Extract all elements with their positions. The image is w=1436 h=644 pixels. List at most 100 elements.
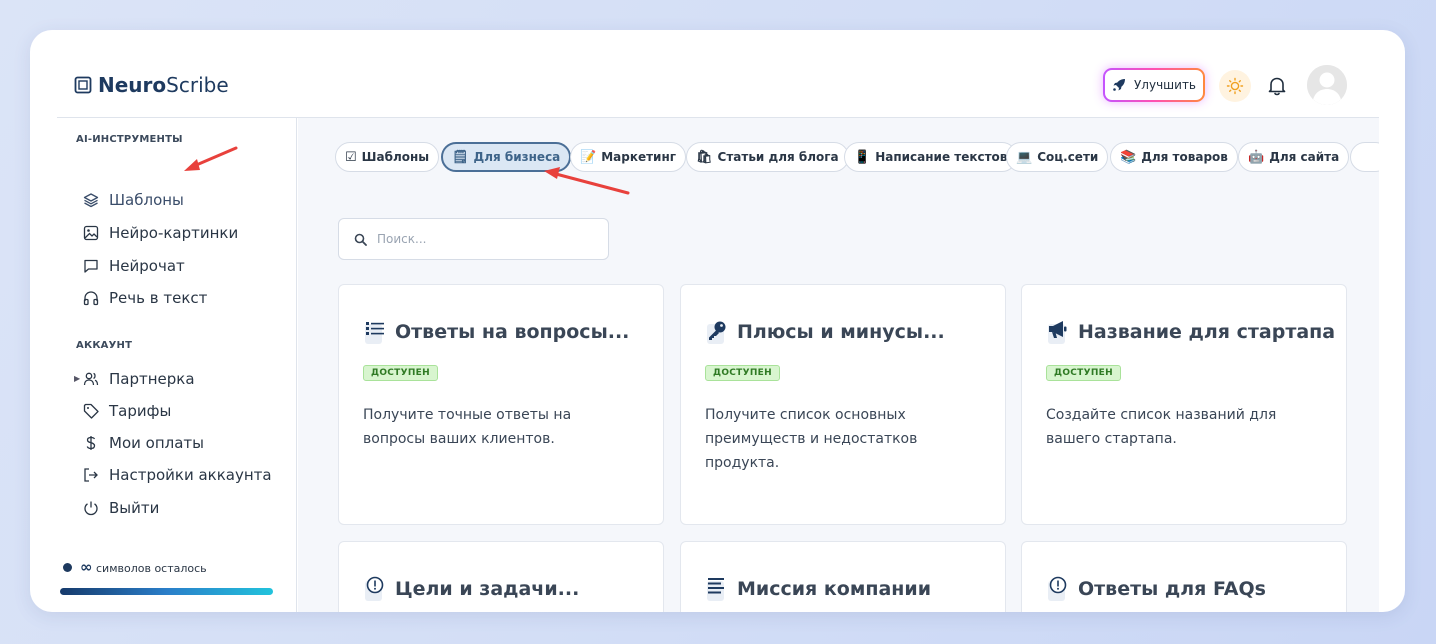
chip-label: Для сайта (1269, 150, 1340, 164)
main-content: ☑ Шаблоны 🗒 Для бизнеса 📝 Маркетинг 🛍 Статьи… (298, 118, 1379, 612)
category-chip-blog[interactable]: 🛍 Статьи для блога (686, 142, 849, 172)
card-title-text: Миссия компании (737, 578, 932, 600)
sun-icon (1226, 77, 1244, 95)
card-description: Получите точные ответы на вопросы ваших … (363, 407, 572, 447)
template-card-mission[interactable]: Миссия компании (680, 541, 1006, 612)
sidebar-item-label: Партнерка (109, 370, 195, 388)
bell-icon (1268, 77, 1286, 96)
logo-text-bold: Neuro (98, 73, 167, 97)
sidebar-item-logout[interactable]: Выйти (83, 496, 159, 520)
category-chip-marketing[interactable]: 📝 Маркетинг (570, 142, 687, 172)
sidebar-section-account: АККАУНТ (76, 340, 133, 351)
template-card-faq-answers[interactable]: Ответы на вопросы... ДОСТУПЕН Получите т… (338, 284, 664, 525)
chat-icon (84, 259, 98, 273)
chip-label: Маркетинг (601, 150, 677, 164)
alert-icon (1048, 576, 1067, 601)
text-lines-icon (707, 578, 724, 601)
category-chip-products[interactable]: 📚 Для товаров (1110, 142, 1238, 172)
image-icon (83, 225, 99, 241)
users-icon (83, 372, 99, 386)
credits-remaining: ∞ символов осталось (63, 558, 207, 576)
chip-label: Для товаров (1141, 150, 1228, 164)
search-box (338, 218, 609, 260)
card-title-text: Плюсы и минусы... (737, 321, 945, 343)
sidebar-item-label: Нейрочат (109, 257, 185, 275)
sidebar-item-label: Выйти (109, 499, 160, 517)
sidebar-item-speech-to-text[interactable]: Речь в текст (83, 286, 207, 310)
credits-progress-bar (60, 588, 273, 595)
credits-label: символов осталось (96, 562, 207, 575)
sidebar-item-tariffs[interactable]: Тарифы (83, 399, 171, 423)
card-title: Миссия компании (705, 576, 931, 602)
chip-label: Соц.сети (1037, 150, 1099, 164)
category-chip-social[interactable]: 💻 Соц.сети (1006, 142, 1109, 172)
card-title-text: Ответы для FAQs (1078, 578, 1266, 600)
logo-text-rest: Scribe (166, 73, 229, 97)
template-card-faqs[interactable]: Ответы для FAQs (1021, 541, 1347, 612)
upgrade-label: Улучшить (1133, 78, 1196, 92)
alert-icon (365, 576, 384, 601)
list-icon (365, 322, 384, 344)
checkbox-icon: ☑ (345, 149, 357, 165)
theme-toggle-button[interactable] (1219, 70, 1251, 102)
status-badge: ДОСТУПЕН (705, 365, 780, 381)
shopping-bags-icon: 🛍 (696, 149, 713, 165)
category-chip-copywriting[interactable]: 📱 Написание текстов (844, 142, 1018, 172)
sidebar-item-neuro-images[interactable]: Нейро-картинки (83, 221, 238, 245)
user-avatar[interactable] (1307, 65, 1347, 105)
card-description: Создайте список названий для вашего стар… (1046, 407, 1277, 447)
sidebar-item-neurochat[interactable]: Нейрочат (83, 254, 185, 278)
chip-label: Написание текстов (875, 150, 1008, 164)
dollar-icon (86, 436, 96, 450)
sidebar-item-label: Мои оплаты (109, 434, 204, 452)
card-title: Ответы для FAQs (1046, 576, 1266, 602)
phone-icon: 📱 (854, 149, 871, 165)
power-icon (84, 501, 98, 516)
sidebar-item-payments[interactable]: Мои оплаты (83, 431, 204, 455)
rocket-icon (1113, 79, 1125, 91)
sidebar-item-label: Настройки аккаунта (109, 466, 272, 484)
logout-arrow-icon (84, 468, 98, 482)
notifications-button[interactable] (1266, 74, 1288, 98)
template-card-pros-cons[interactable]: Плюсы и минусы... ДОСТУПЕН Получите спис… (680, 284, 1006, 525)
layers-icon (83, 193, 99, 208)
sidebar-item-partner[interactable]: Партнерка (83, 367, 195, 391)
upgrade-button[interactable]: Улучшить (1103, 68, 1205, 102)
logo-icon (74, 76, 92, 94)
category-chip-business[interactable]: 🗒 Для бизнеса (441, 142, 572, 172)
laptop-icon: 💻 (1016, 149, 1033, 165)
card-title: Название для стартапа (1046, 319, 1335, 345)
sidebar-item-label: Нейро-картинки (109, 224, 239, 242)
template-card-startup-name[interactable]: Название для стартапа ДОСТУПЕН Создайте … (1021, 284, 1347, 525)
status-badge: ДОСТУПЕН (363, 365, 438, 381)
books-icon: 📚 (1120, 149, 1137, 165)
robot-icon: 🤖 (1248, 149, 1265, 165)
tag-icon (83, 403, 99, 419)
headphones-icon (83, 291, 99, 306)
card-description: Получите список основных преимуществ и н… (705, 407, 918, 471)
app-logo[interactable]: NeuroScribe (74, 73, 229, 97)
sidebar-section-tools: AI-ИНСТРУМЕНТЫ (76, 134, 183, 145)
sidebar-item-templates[interactable]: Шаблоны (83, 188, 184, 212)
search-input[interactable] (377, 232, 597, 246)
sidebar-item-label: Шаблоны (109, 191, 184, 209)
chip-label: Статьи для блога (717, 150, 839, 164)
card-title: Цели и задачи... (363, 576, 579, 602)
chip-label: Для бизнеса (473, 150, 561, 164)
template-card-goals[interactable]: Цели и задачи... (338, 541, 664, 612)
card-title: Ответы на вопросы... (363, 319, 629, 345)
sidebar-item-label: Тарифы (109, 402, 172, 420)
category-chip-overflow[interactable] (1350, 142, 1379, 172)
status-badge: ДОСТУПЕН (1046, 365, 1121, 381)
credits-dot-icon (63, 562, 72, 572)
expand-caret-icon[interactable]: ▶ (74, 374, 80, 383)
sidebar-item-label: Речь в текст (109, 289, 208, 307)
memo-icon: 📝 (580, 149, 597, 165)
category-chip-templates[interactable]: ☑ Шаблоны (335, 142, 440, 172)
chip-label: Шаблоны (361, 150, 430, 164)
card-title-text: Название для стартапа (1078, 321, 1336, 343)
category-chip-website[interactable]: 🤖 Для сайта (1238, 142, 1350, 172)
app-window: NeuroScribe Улучшить AI-ИНСТРУМЕНТЫ Шабл… (30, 30, 1405, 612)
avatar-placeholder-icon (1307, 65, 1347, 105)
sidebar-item-account-settings[interactable]: Настройки аккаунта (83, 463, 272, 487)
